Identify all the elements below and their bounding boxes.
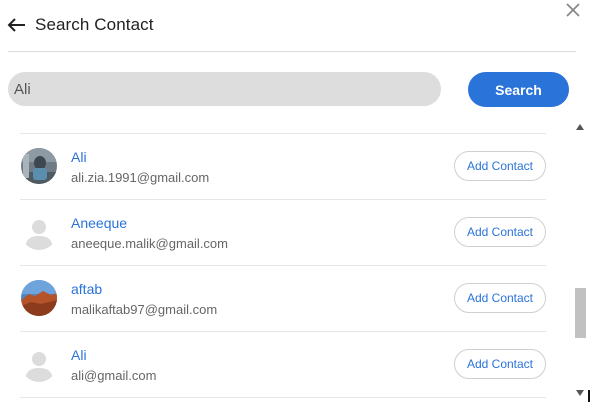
contact-row: Aneeque aneeque.malik@gmail.com Add Cont… [20, 200, 546, 266]
contact-row: aftab malikaftab97@gmail.com Add Contact [20, 266, 546, 332]
dialog-title: Search Contact [35, 15, 154, 34]
contact-email: ali.zia.1991@gmail.com [71, 170, 210, 185]
contact-name[interactable]: aftab [71, 281, 102, 297]
contact-row: Ali ali.zia.1991@gmail.com Add Contact [20, 134, 546, 200]
photo-landscape-icon [21, 280, 57, 316]
text-cursor-icon [588, 390, 590, 402]
scroll-up-arrow-icon[interactable] [576, 124, 584, 130]
scrollbar[interactable] [572, 120, 588, 400]
avatar [21, 346, 57, 382]
avatar [21, 214, 57, 250]
default-person-icon [21, 214, 57, 250]
avatar [21, 280, 57, 316]
contact-email: malikaftab97@gmail.com [71, 302, 218, 317]
contact-name[interactable]: Ali [71, 347, 87, 363]
add-contact-button[interactable]: Add Contact [454, 283, 546, 313]
contact-list: Ali ali.zia.1991@gmail.com Add Contact A… [0, 120, 572, 410]
close-icon[interactable] [564, 1, 582, 19]
contact-email: ali@gmail.com [71, 368, 157, 383]
photo-portrait-icon [21, 148, 57, 184]
scroll-thumb[interactable] [575, 288, 586, 338]
default-person-icon [21, 346, 57, 382]
header-divider [8, 51, 576, 52]
search-button[interactable]: Search [468, 72, 569, 107]
search-contact-dialog: Search Contact Search Ali al [0, 0, 602, 410]
contact-email: aneeque.malik@gmail.com [71, 236, 228, 251]
search-input[interactable] [8, 72, 441, 106]
add-contact-button[interactable]: Add Contact [454, 349, 546, 379]
contact-name[interactable]: Ali [71, 149, 87, 165]
add-contact-button[interactable]: Add Contact [454, 151, 546, 181]
arrow-left-icon[interactable] [6, 14, 28, 36]
add-contact-button[interactable]: Add Contact [454, 217, 546, 247]
contact-row: Ali ali@gmail.com Add Contact [20, 332, 546, 398]
contact-name[interactable]: Aneeque [71, 215, 127, 231]
avatar [21, 148, 57, 184]
scroll-down-arrow-icon[interactable] [576, 390, 584, 396]
